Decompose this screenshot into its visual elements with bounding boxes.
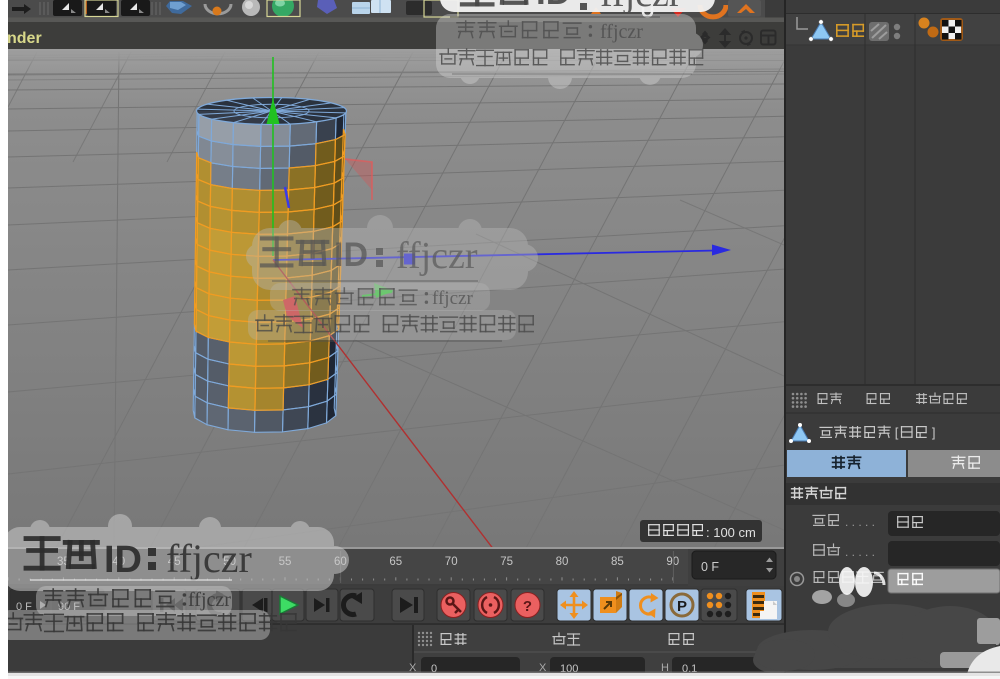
svg-text:: 100 cm: : 100 cm (706, 525, 756, 540)
svg-text:nder: nder (7, 30, 42, 47)
svg-text:ffjczr: ffjczr (600, 0, 682, 15)
svg-text:?: ? (523, 598, 532, 615)
svg-text:ID: ID (334, 236, 368, 274)
svg-text:ID: ID (104, 539, 142, 581)
svg-text:70: 70 (445, 556, 458, 568)
svg-text:P: P (677, 598, 687, 615)
svg-text:ffjczr: ffjczr (188, 589, 231, 611)
svg-text:65: 65 (389, 556, 402, 568)
svg-text:75: 75 (500, 556, 513, 568)
svg-text:90: 90 (666, 556, 679, 568)
svg-text:. . . . .: . . . . . (845, 545, 875, 559)
svg-text:ffjczr: ffjczr (166, 536, 252, 581)
svg-text:0 F: 0 F (701, 560, 719, 574)
svg-text:ffjczr: ffjczr (600, 21, 643, 43)
svg-text:ffjczr: ffjczr (432, 288, 473, 309)
svg-text:ID: ID (536, 0, 571, 12)
svg-text:. . . . .: . . . . . (845, 515, 875, 529)
svg-text:]: ] (932, 425, 936, 440)
svg-text:80: 80 (556, 556, 569, 568)
svg-text:85: 85 (611, 556, 624, 568)
svg-text:[: [ (895, 425, 899, 440)
svg-text:ffjczr: ffjczr (396, 235, 478, 277)
